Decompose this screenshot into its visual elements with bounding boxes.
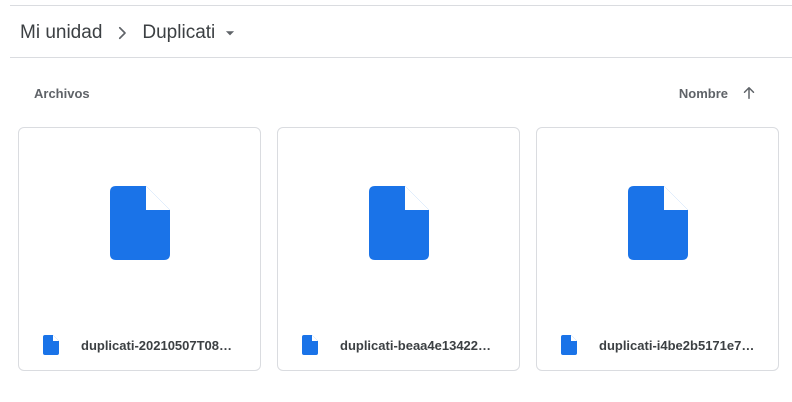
file-card-footer: duplicati-i4be2b5171e7… [537,330,778,360]
file-preview [278,128,519,318]
file-type-icon [43,335,59,355]
top-divider [10,5,792,6]
breadcrumb-root[interactable]: Mi unidad [20,22,102,44]
file-name: duplicati-20210507T08… [81,337,233,353]
file-name: duplicati-i4be2b5171e7… [599,337,755,353]
file-type-icon [561,335,577,355]
header-divider [10,57,792,58]
drive-folder-view: Mi unidad Duplicati Archivos Nombre dupl… [0,0,792,402]
file-card[interactable]: duplicati-i4be2b5171e7… [536,127,779,371]
file-card-footer: duplicati-20210507T08… [19,330,260,360]
file-icon [109,186,170,260]
file-name: duplicati-beaa4e13422… [340,337,492,353]
file-card[interactable]: duplicati-beaa4e13422… [277,127,520,371]
file-type-icon [302,335,318,355]
breadcrumb-current-folder[interactable]: Duplicati [142,22,237,44]
file-icon [368,186,429,260]
file-grid: duplicati-20210507T08… duplicati-beaa4e1… [18,127,779,371]
breadcrumb: Mi unidad Duplicati [20,19,237,47]
breadcrumb-current-label: Duplicati [142,22,216,43]
file-preview [19,128,260,318]
section-label-files: Archivos [34,86,90,101]
sort-button[interactable]: Nombre [679,82,758,104]
file-card[interactable]: duplicati-20210507T08… [18,127,261,371]
caret-down-icon [223,26,237,40]
file-preview [537,128,778,318]
chevron-right-icon [102,19,142,47]
file-card-footer: duplicati-beaa4e13422… [278,330,519,360]
file-icon [627,186,688,260]
sort-label: Nombre [678,85,728,101]
arrow-up-icon[interactable] [740,84,758,102]
